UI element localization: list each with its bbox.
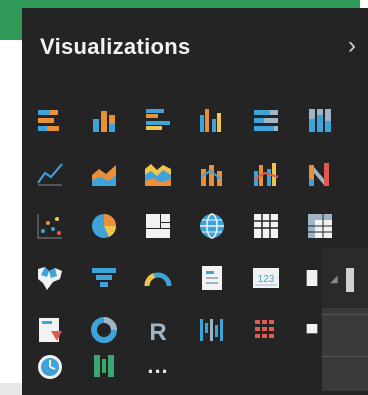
- 100-percent-stacked-column-chart-icon[interactable]: [300, 100, 340, 140]
- waterfall-chart-icon[interactable]: [192, 310, 232, 350]
- pane-divider: [322, 356, 368, 357]
- clustered-bar-chart-icon[interactable]: [138, 100, 178, 140]
- adjacent-pane-edge: ◢: [322, 248, 368, 391]
- chevron-right-icon[interactable]: ›: [348, 32, 356, 60]
- slicer-partial-icon[interactable]: [300, 310, 320, 350]
- area-chart-icon[interactable]: [84, 154, 124, 194]
- gauge-clock-visual-icon[interactable]: [30, 346, 70, 386]
- collapse-triangle-icon[interactable]: ◢: [330, 274, 338, 285]
- ribbon-chart-icon[interactable]: [300, 154, 340, 194]
- pane-grip-icon: [346, 268, 354, 292]
- clustered-column-chart-icon[interactable]: [192, 100, 232, 140]
- line-chart-icon[interactable]: [30, 154, 70, 194]
- r-script-visual-icon[interactable]: R: [138, 310, 178, 350]
- card-icon[interactable]: [192, 258, 232, 298]
- stacked-column-chart-icon[interactable]: [84, 100, 124, 140]
- gauge-icon[interactable]: [138, 258, 178, 298]
- pane-divider: [322, 314, 368, 315]
- line-and-stacked-column-chart-icon[interactable]: [192, 154, 232, 194]
- kpi-icon[interactable]: [30, 310, 70, 350]
- pie-chart-icon[interactable]: [84, 206, 124, 246]
- matrix-icon[interactable]: [300, 206, 340, 246]
- adjacent-pane-header: ◢: [322, 248, 368, 308]
- 100-percent-stacked-bar-chart-icon[interactable]: [246, 100, 286, 140]
- more-options-icon[interactable]: ...: [138, 346, 178, 386]
- stacked-bar-chart-icon[interactable]: [30, 100, 70, 140]
- visualizations-pane: Visualizations › 123 R ... ◢: [22, 8, 368, 395]
- funnel-icon[interactable]: [84, 258, 124, 298]
- more-options-label: ...: [147, 353, 169, 378]
- treemap-icon[interactable]: [138, 206, 178, 246]
- scatter-chart-icon[interactable]: [30, 206, 70, 246]
- multi-row-card-icon[interactable]: 123: [246, 258, 286, 298]
- table-icon[interactable]: [246, 206, 286, 246]
- pane-title: Visualizations: [40, 34, 191, 59]
- svg-text:123: 123: [258, 274, 275, 285]
- shape-map-icon[interactable]: [246, 310, 286, 350]
- line-and-clustered-column-chart-icon[interactable]: [246, 154, 286, 194]
- svg-text:R: R: [149, 319, 166, 345]
- slicer-icon[interactable]: [300, 258, 320, 298]
- map-icon[interactable]: [192, 206, 232, 246]
- filled-map-icon[interactable]: [30, 258, 70, 298]
- custom-visual-icon[interactable]: [84, 346, 124, 386]
- donut-chart-icon[interactable]: [84, 310, 124, 350]
- stacked-area-chart-icon[interactable]: [138, 154, 178, 194]
